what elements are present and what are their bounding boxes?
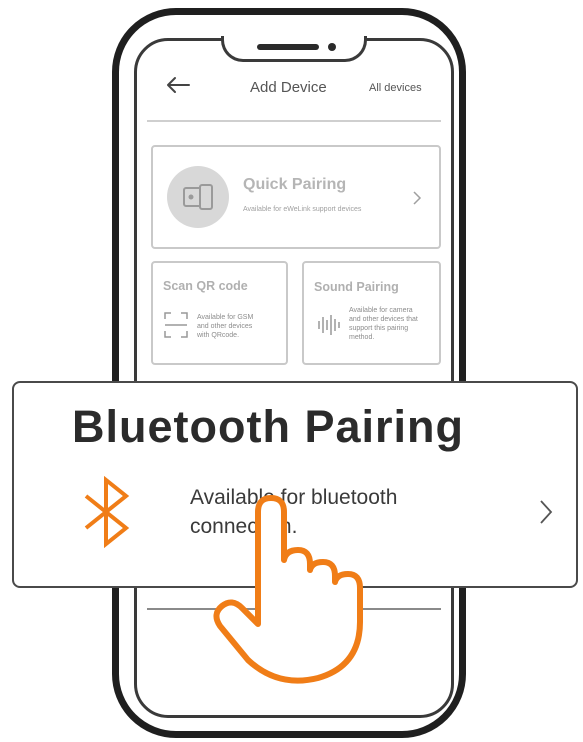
bluetooth-pairing-title: Bluetooth Pairing [72,401,464,452]
phone-device-icon [167,166,229,228]
arrow-left-icon[interactable] [165,74,191,96]
all-devices-link[interactable]: All devices [369,82,422,94]
sound-pairing-title: Sound Pairing [314,280,399,294]
soundwave-icon [318,315,340,335]
quick-pairing-subtitle: Available for eWeLink support devices [243,206,362,213]
bluetooth-icon [84,476,130,548]
phone-speaker [257,44,319,50]
hand-pointer-icon [213,495,363,684]
scan-qr-description: Available for GSM and other devices with Q… [197,314,254,339]
sound-pairing-description: Available for camera and other devices th… [349,307,418,341]
chevron-right-icon [540,500,553,524]
qr-scan-icon [164,312,188,338]
chevron-right-icon [413,191,422,205]
quick-pairing-title: Quick Pairing [243,176,347,193]
page-title: Add Device [250,79,327,96]
header-divider [147,120,441,122]
scan-qr-title: Scan QR code [163,279,248,293]
phone-camera [328,43,336,51]
